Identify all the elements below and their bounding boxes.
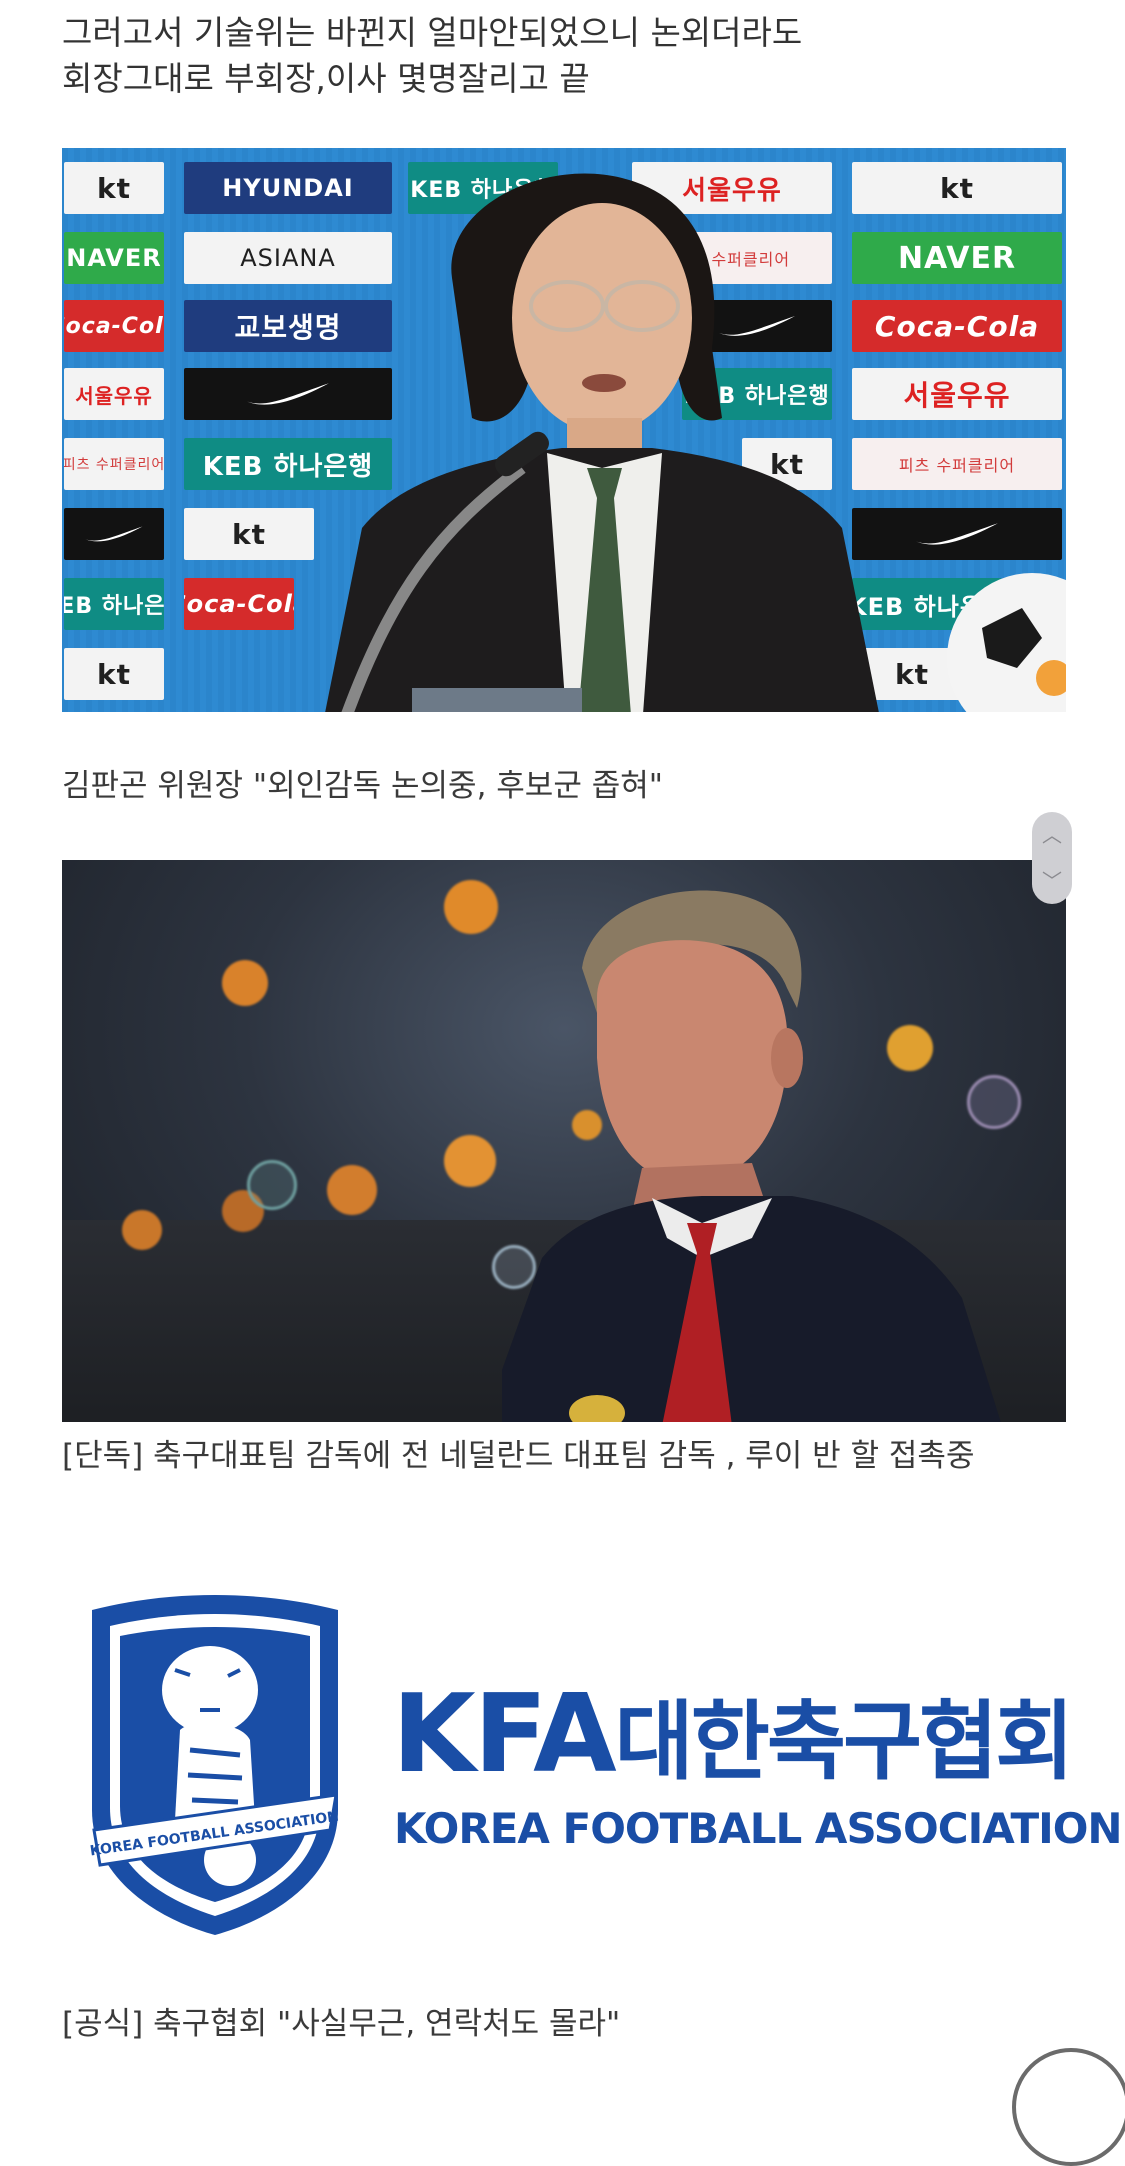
bubble <box>247 1160 297 1210</box>
caption-3: [공식] 축구협회 "사실무근, 연락처도 몰라" <box>62 2006 621 2042</box>
press-conference-photo[interactable]: kt HYUNDAI KEB 하나은행 서울우유 kt NAVER ASIANA… <box>62 148 1066 712</box>
sponsor-swoosh-3 <box>64 508 164 560</box>
floating-action-button[interactable] <box>1012 2048 1125 2166</box>
football-icon <box>947 573 1066 712</box>
sponsor-coca-cola-partial: Coca-Cola <box>64 300 164 352</box>
sponsor-seoul-milk-partial: 서울우유 <box>64 368 164 420</box>
kfa-english-name: KOREA FOOTBALL ASSOCIATION <box>394 1804 1123 1853</box>
intro-line-2: 회장그대로 부회장,이사 몇명잘리고 끝 <box>62 59 590 98</box>
scroll-control[interactable]: ︿ ﹀ <box>1032 812 1072 904</box>
coach-figure <box>502 890 1001 1422</box>
sponsor-naver-partial: NAVER <box>64 232 164 284</box>
caption-1: 김판곤 위원장 "외인감독 논의중, 후보군 좁혀" <box>62 768 663 804</box>
speaker-figure <box>325 173 879 712</box>
chevron-up-icon[interactable]: ︿ <box>1042 825 1062 845</box>
sponsor-kt-5: kt <box>64 648 164 700</box>
post-content: 그러고서 기술위는 바뀐지 얼마안되었으니 논외더라도 회장그대로 부회장,이사… <box>0 0 1125 2166</box>
kfa-emblem: KOREA FOOTBALL ASSOCIATION <box>89 1595 340 1935</box>
sponsor-kt: kt <box>64 162 164 214</box>
kfa-abbrev: KFA <box>392 1672 617 1797</box>
stadium-light <box>444 1135 496 1187</box>
intro-line-1: 그러고서 기술위는 바뀐지 얼마안되었으니 논외더라도 <box>62 13 803 52</box>
caption-2: [단독] 축구대표팀 감독에 전 네덜란드 대표팀 감독 , 루이 반 할 접촉… <box>62 1438 975 1474</box>
coach-photo[interactable] <box>62 860 1066 1422</box>
stadium-light <box>327 1165 377 1215</box>
kfa-logo[interactable]: KOREA FOOTBALL ASSOCIATION KFA대한축구협회 KOR… <box>62 1560 1123 1950</box>
sponsor-fitz-partial: 피츠 수퍼클리어 <box>64 438 164 490</box>
chevron-down-icon[interactable]: ﹀ <box>1042 871 1062 891</box>
swoosh-icon <box>85 526 143 542</box>
kfa-korean-name: 대한축구협회 <box>614 1692 1075 1792</box>
sponsor-keb-partial: KEB 하나은행 <box>64 578 164 630</box>
kfa-wordmark: KFA대한축구협회 <box>392 1680 1075 1797</box>
stadium-light <box>222 960 268 1006</box>
stadium-light <box>122 1210 162 1250</box>
sponsor-coca-cola-2: Coca-Cola <box>184 578 294 630</box>
stadium-light <box>444 880 498 934</box>
intro-text: 그러고서 기술위는 바뀐지 얼마안되었으니 논외더라도 회장그대로 부회장,이사… <box>62 10 802 102</box>
